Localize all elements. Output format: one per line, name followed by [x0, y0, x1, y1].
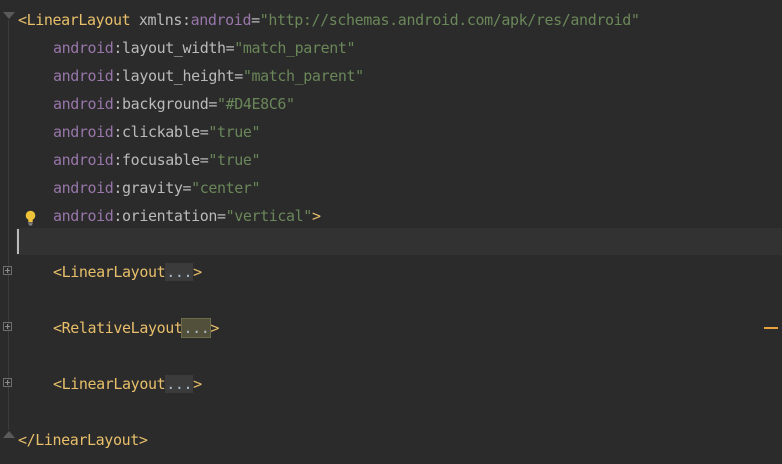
attr-value: "true" — [208, 151, 261, 169]
fold-guide-line — [8, 20, 9, 430]
attr-name: :focusable= — [113, 151, 209, 169]
tag-bracket: > — [193, 375, 202, 393]
attr-name: :layout_width= — [113, 39, 235, 57]
code-line-1[interactable]: <LinearLayout xmlns:android="http://sche… — [18, 6, 640, 34]
tag-name: LinearLayout — [61, 263, 166, 281]
folded-region[interactable]: ... — [165, 375, 194, 393]
code-line-8[interactable]: android:orientation="vertical"> — [18, 202, 321, 230]
closing-tag: </LinearLayout> — [18, 431, 148, 449]
fold-expand-icon[interactable] — [3, 378, 12, 387]
attr-namespace: android — [53, 179, 114, 197]
code-line-5[interactable]: android:clickable="true" — [18, 118, 261, 146]
attr-namespace: android — [53, 123, 114, 141]
fold-collapse-icon[interactable] — [3, 431, 15, 438]
folded-region[interactable]: ... — [165, 263, 194, 281]
attr-value: "#D4E8C6" — [217, 95, 295, 113]
attr-name: :clickable= — [113, 123, 209, 141]
attr-value: "match_parent" — [242, 67, 364, 85]
current-line-highlight — [16, 228, 782, 255]
code-line-6[interactable]: android:focusable="true" — [18, 146, 261, 174]
code-line-14[interactable]: <LinearLayout...> — [18, 370, 202, 398]
code-editor[interactable]: <LinearLayout xmlns:android="http://sche… — [0, 0, 782, 464]
tag-name: LinearLayout — [26, 11, 131, 29]
tag-name: LinearLayout — [61, 375, 166, 393]
attr-value: "center" — [191, 179, 261, 197]
attr-value: "vertical" — [225, 207, 313, 225]
fold-collapse-icon[interactable] — [3, 12, 15, 19]
attr-namespace: android — [53, 95, 114, 113]
code-line-10[interactable]: <LinearLayout...> — [18, 258, 202, 286]
attr-namespace: android — [53, 39, 114, 57]
attr-name: :orientation= — [113, 207, 226, 225]
code-line-4[interactable]: android:background="#D4E8C6" — [18, 90, 295, 118]
attr-namespace: android — [53, 151, 114, 169]
code-line-3[interactable]: android:layout_height="match_parent" — [18, 62, 364, 90]
fold-expand-icon[interactable] — [3, 266, 12, 275]
lightbulb-icon[interactable] — [25, 210, 36, 226]
tag-bracket: > — [311, 207, 321, 225]
tag-bracket: < — [53, 375, 62, 393]
attr-namespace: android — [190, 11, 252, 29]
tag-name: RelativeLayout — [61, 319, 183, 337]
attr-value: "true" — [208, 123, 261, 141]
folded-region[interactable]: ... — [181, 318, 212, 338]
tag-bracket: > — [193, 263, 202, 281]
attr-namespace: android — [53, 207, 114, 225]
attr-value: "match_parent" — [234, 39, 356, 57]
tag-bracket: < — [53, 263, 62, 281]
attr-name: :gravity= — [113, 179, 192, 197]
attr-equals: = — [251, 11, 260, 29]
tag-bracket: > — [210, 319, 220, 337]
tag-bracket: < — [53, 319, 62, 337]
code-line-12[interactable]: <RelativeLayout...> — [18, 314, 219, 342]
attr-name: :background= — [113, 95, 217, 113]
attr-name: :layout_height= — [113, 67, 243, 85]
code-line-16[interactable]: </LinearLayout> — [18, 426, 148, 454]
tag-bracket: < — [18, 11, 27, 29]
fold-expand-icon[interactable] — [3, 322, 12, 331]
warning-stripe-marker[interactable] — [764, 327, 778, 329]
attr-value: "http://schemas.android.com/apk/res/andr… — [259, 11, 640, 29]
code-line-7[interactable]: android:gravity="center" — [18, 174, 261, 202]
text-caret — [17, 229, 19, 254]
code-line-2[interactable]: android:layout_width="match_parent" — [18, 34, 356, 62]
attr-name: xmlns: — [138, 11, 191, 29]
attr-namespace: android — [53, 67, 114, 85]
